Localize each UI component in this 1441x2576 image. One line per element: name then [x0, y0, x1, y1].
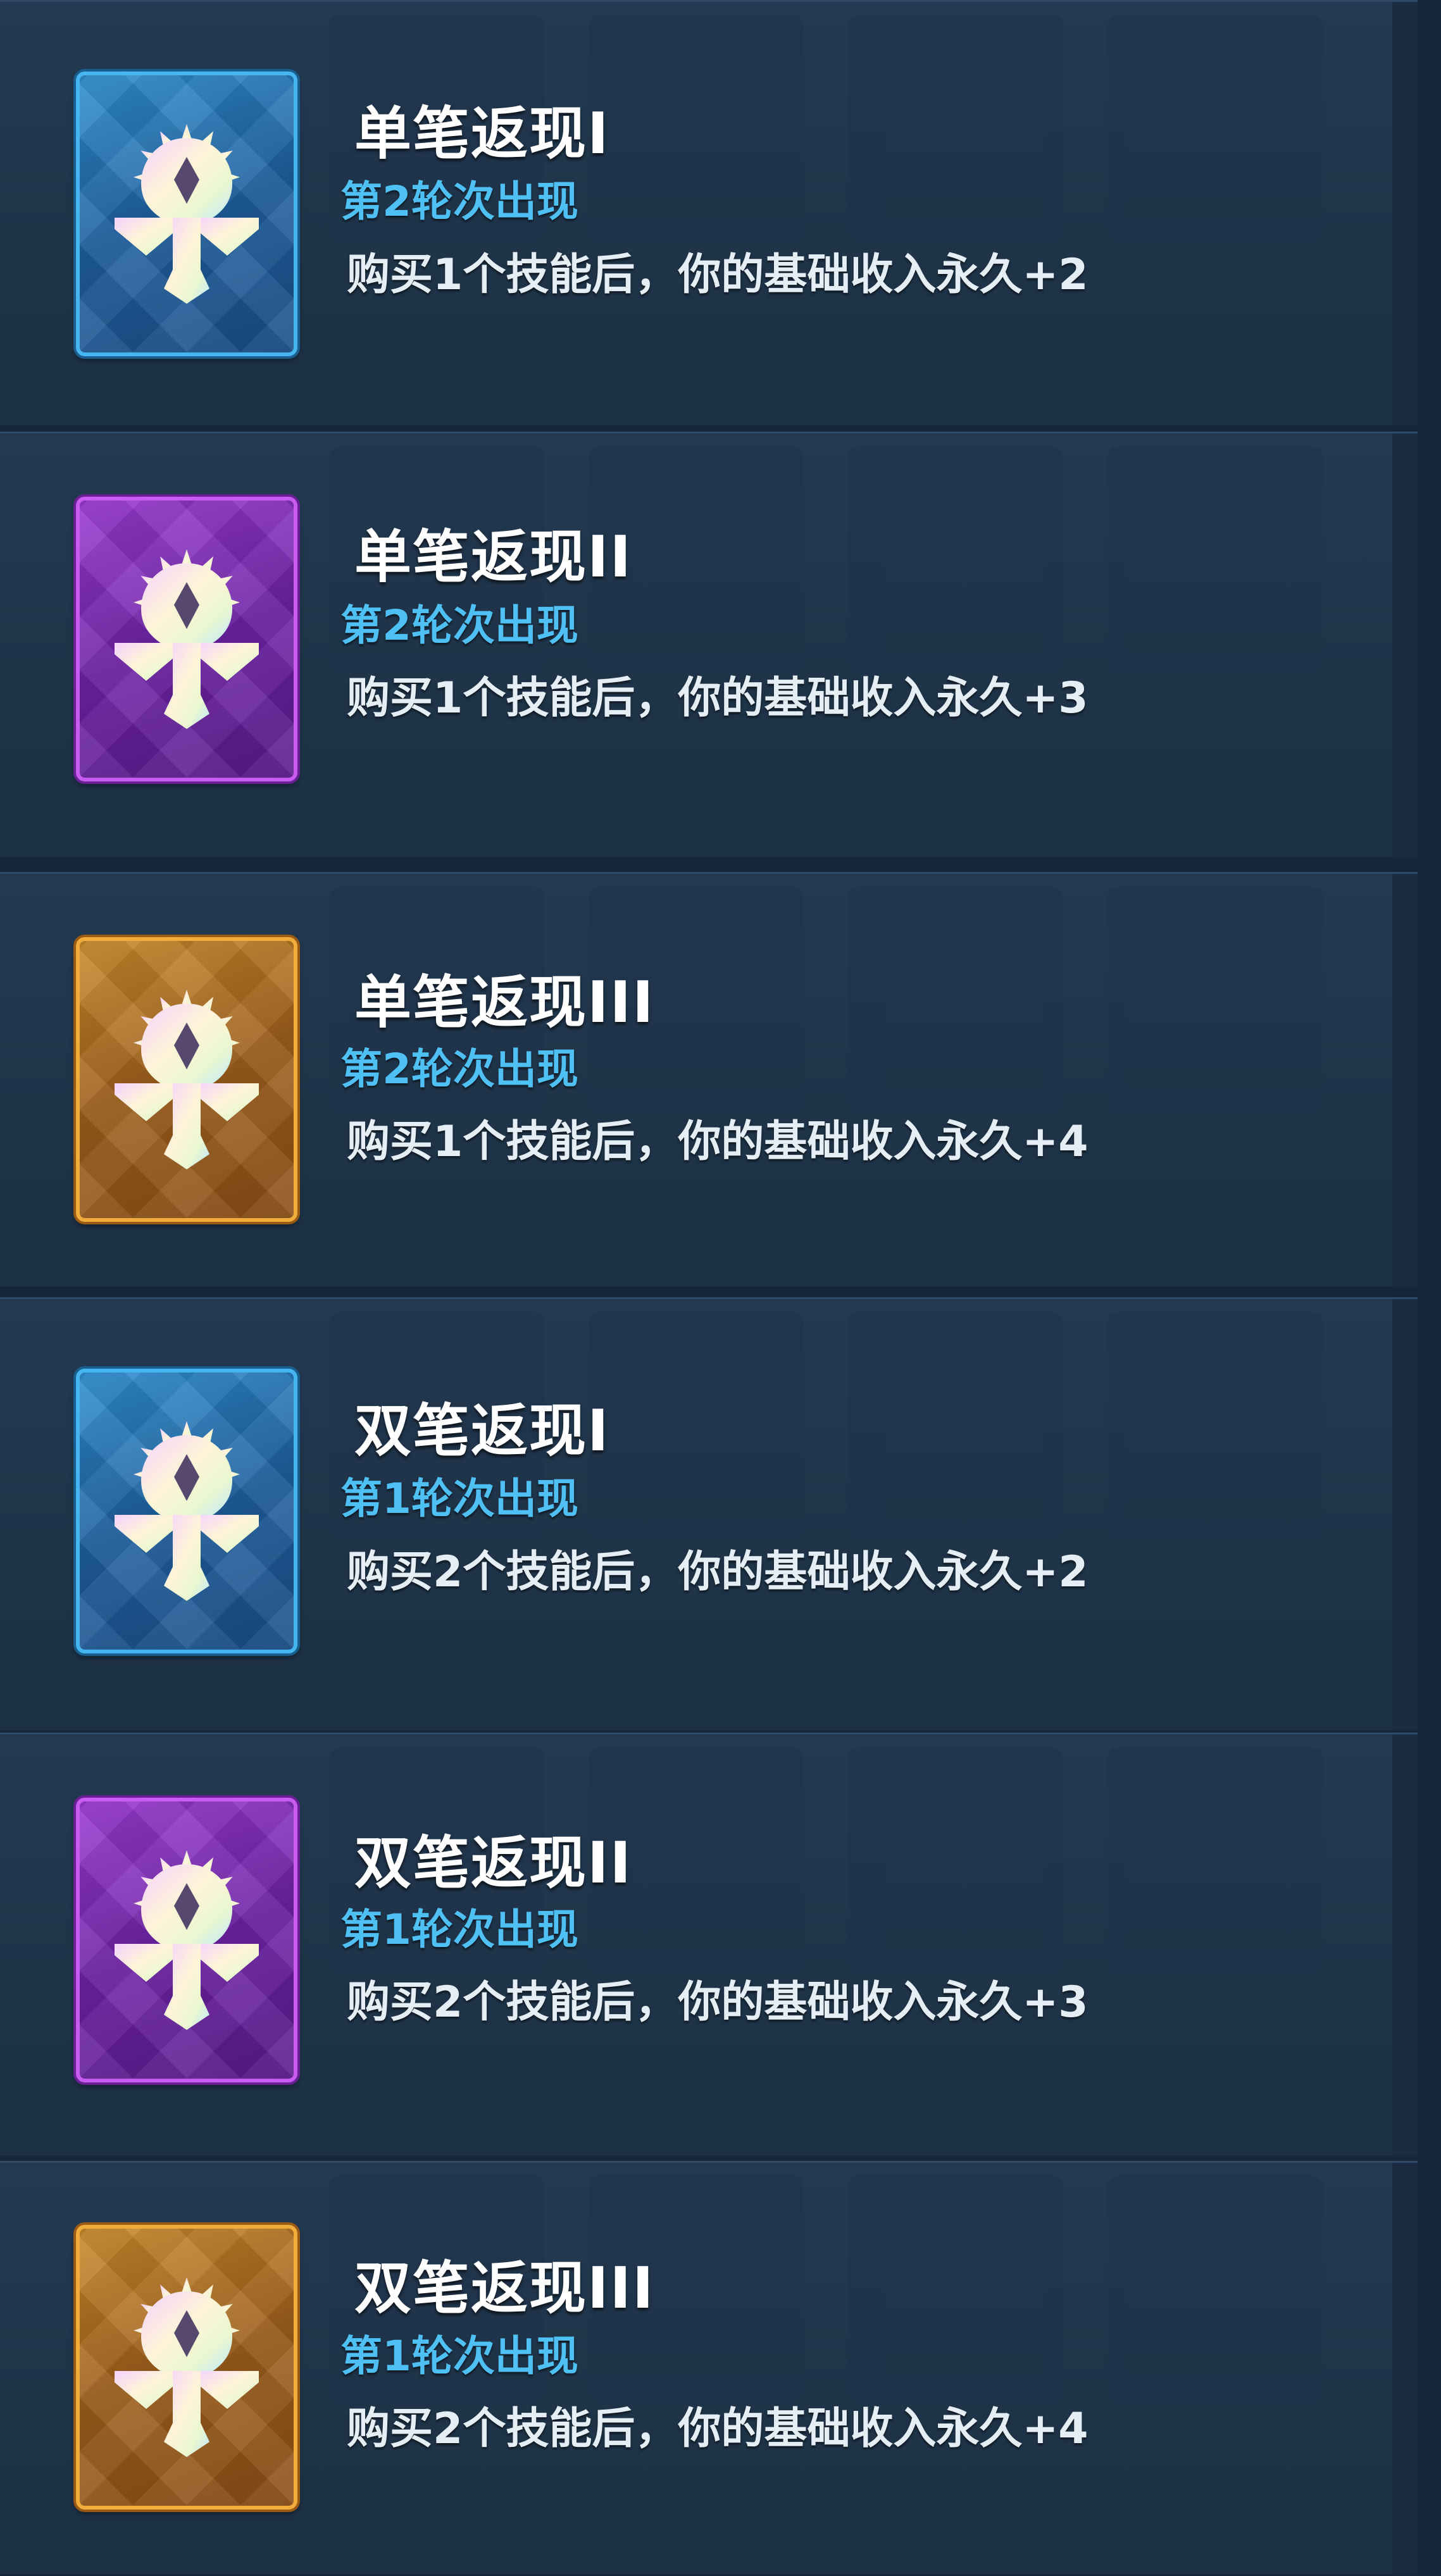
background-tile	[1107, 446, 1323, 674]
card-badge	[76, 497, 297, 781]
card-round: 第1轮次出现	[340, 2332, 578, 2380]
scale-sun-icon	[115, 2277, 259, 2457]
card-badge	[76, 1369, 297, 1653]
scale-sun-icon	[115, 1421, 259, 1601]
card-description: 购买2个技能后，你的基础收入永久+3	[347, 1977, 1089, 2027]
background-tile	[1107, 1312, 1323, 1540]
scale-sun-icon	[115, 1850, 259, 2030]
background-tile	[848, 887, 1063, 1114]
card-badge	[76, 1798, 297, 2082]
background-tile	[848, 1747, 1063, 1975]
upgrade-card[interactable]: 双笔返现II 第1轮次出现 购买2个技能后，你的基础收入永久+3	[0, 1733, 1418, 2158]
background-tile	[1107, 887, 1323, 1114]
card-round: 第2轮次出现	[340, 1045, 578, 1093]
card-description: 购买1个技能后，你的基础收入永久+3	[347, 673, 1089, 723]
card-description: 购买2个技能后，你的基础收入永久+4	[347, 2404, 1089, 2454]
card-round: 第2轮次出现	[340, 601, 578, 650]
card-title: 单笔返现II	[354, 524, 632, 590]
card-badge	[76, 2225, 297, 2510]
card-round: 第1轮次出现	[340, 1474, 578, 1523]
card-title: 单笔返现I	[354, 101, 610, 167]
background-tile	[848, 15, 1063, 242]
upgrade-card[interactable]: 单笔返现III 第2轮次出现 购买1个技能后，你的基础收入永久+4	[0, 872, 1418, 1288]
scale-sun-icon	[115, 549, 259, 729]
background-tile	[589, 1312, 804, 1540]
card-description: 购买1个技能后，你的基础收入永久+2	[347, 250, 1089, 300]
card-title: 双笔返现I	[354, 1398, 610, 1464]
background-tile	[848, 446, 1063, 674]
scale-sun-icon	[115, 124, 259, 304]
upgrade-card[interactable]: 双笔返现I 第1轮次出现 购买2个技能后，你的基础收入永久+2	[0, 1297, 1418, 1733]
background-tile	[848, 1312, 1063, 1540]
upgrade-card[interactable]: 双笔返现III 第1轮次出现 购买2个技能后，你的基础收入永久+4	[0, 2161, 1418, 2576]
card-title: 双笔返现II	[354, 1830, 632, 1896]
card-description: 购买2个技能后，你的基础收入永久+2	[347, 1547, 1089, 1597]
card-badge	[76, 937, 297, 1222]
background-tile	[1107, 15, 1323, 242]
scale-sun-icon	[115, 990, 259, 1169]
card-round: 第1轮次出现	[340, 1905, 578, 1954]
card-round: 第2轮次出现	[340, 177, 578, 226]
background-tile	[589, 15, 804, 242]
card-title: 双笔返现III	[354, 2255, 655, 2322]
card-list: 单笔返现I 第2轮次出现 购买1个技能后，你的基础收入永久+2 单笔返现II 第…	[0, 0, 1441, 2576]
upgrade-card[interactable]: 单笔返现II 第2轮次出现 购买1个技能后，你的基础收入永久+3	[0, 432, 1418, 859]
card-description: 购买1个技能后，你的基础收入永久+4	[347, 1117, 1089, 1167]
background-tile	[848, 2175, 1063, 2403]
card-title: 单笔返现III	[354, 969, 655, 1036]
background-tile	[1107, 2175, 1323, 2403]
upgrade-card[interactable]: 单笔返现I 第2轮次出现 购买1个技能后，你的基础收入永久+2	[0, 0, 1418, 427]
card-badge	[76, 72, 297, 356]
background-tile	[1107, 1747, 1323, 1975]
